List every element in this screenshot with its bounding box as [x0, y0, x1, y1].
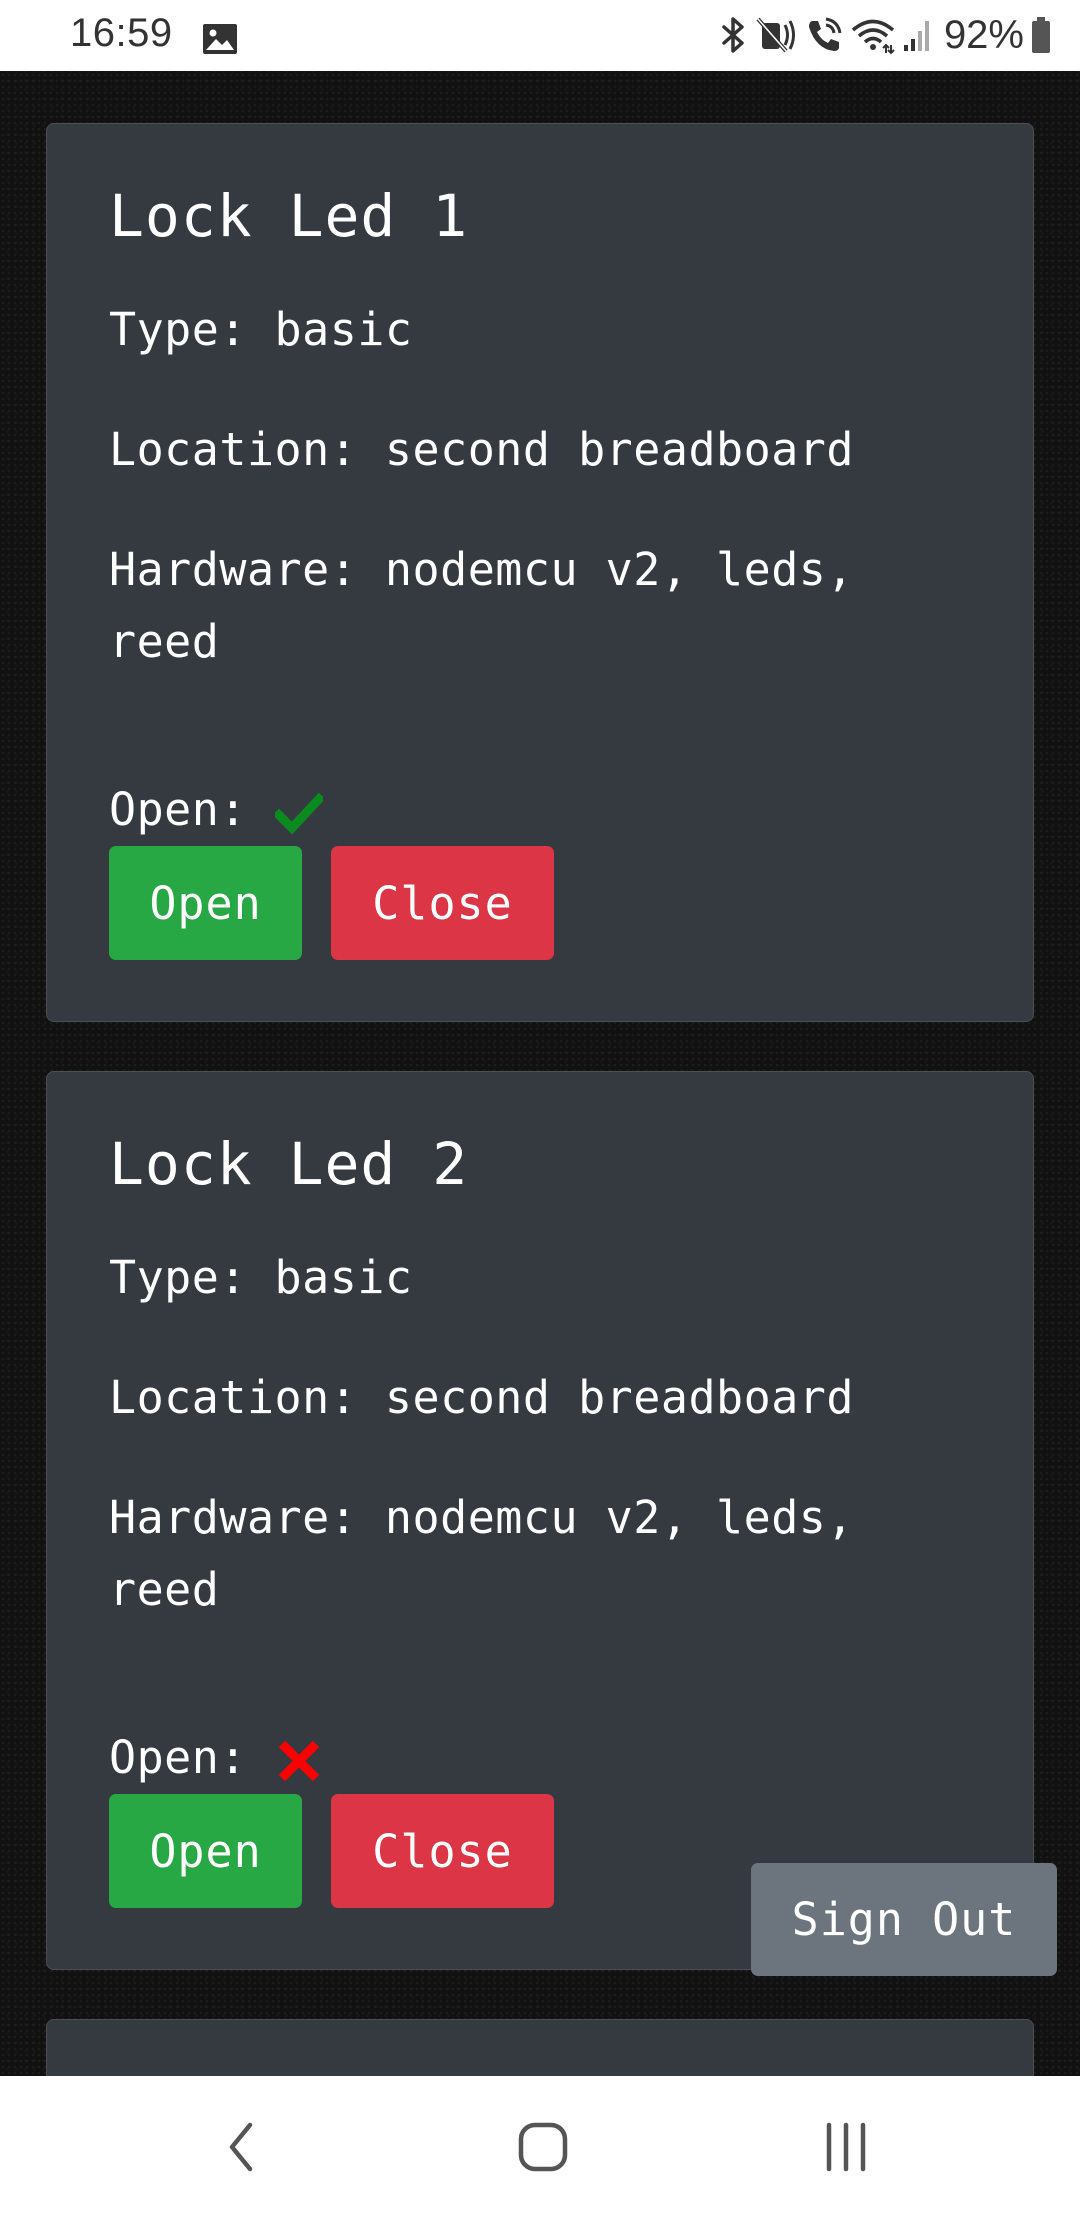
device-hardware: Hardware: nodemcu v2, leds, reed [109, 1491, 854, 1616]
cross-icon [275, 1734, 323, 1782]
open-status-row: Open: [109, 774, 969, 846]
close-button[interactable]: Close [331, 1794, 554, 1908]
device-card: Lock Led 1 Type: basic Location: second … [46, 123, 1034, 1022]
gallery-icon [202, 20, 238, 54]
device-location: Location: second breadboard [109, 1371, 854, 1424]
device-title: Lock Led 2 [109, 1130, 469, 1198]
device-type: Type: basic [109, 303, 413, 356]
battery-percent: 92% [943, 12, 1024, 57]
wifi-calling-icon [804, 15, 844, 55]
mute-icon [754, 15, 798, 55]
device-title: Lock Led 1 [109, 182, 469, 250]
open-button[interactable]: Open [109, 846, 302, 960]
open-button[interactable]: Open [109, 1794, 302, 1908]
bluetooth-icon [718, 15, 748, 55]
wifi-icon [850, 15, 896, 55]
signal-icon [902, 15, 932, 55]
main-content[interactable]: Lock Led 1 Type: basic Location: second … [0, 71, 1080, 2076]
navigation-bar [0, 2076, 1080, 2220]
status-bar: 16:59 92% [0, 0, 1080, 71]
recent-apps-icon[interactable] [806, 2112, 886, 2182]
device-hardware: Hardware: nodemcu v2, leds, reed [109, 543, 854, 668]
open-status-label: Open: [109, 1731, 247, 1784]
device-card [46, 2019, 1034, 2076]
back-icon[interactable] [202, 2112, 282, 2182]
open-status-row: Open: [109, 1722, 969, 1794]
sign-out-button[interactable]: Sign Out [751, 1863, 1057, 1976]
check-icon [272, 786, 326, 835]
home-icon[interactable] [503, 2112, 583, 2182]
device-location: Location: second breadboard [109, 423, 854, 476]
device-card: Lock Led 2 Type: basic Location: second … [46, 1071, 1034, 1970]
status-time: 16:59 [70, 11, 173, 55]
open-status-label: Open: [109, 783, 247, 836]
device-type: Type: basic [109, 1251, 413, 1304]
close-button[interactable]: Close [331, 846, 554, 960]
battery-icon [1030, 15, 1052, 55]
